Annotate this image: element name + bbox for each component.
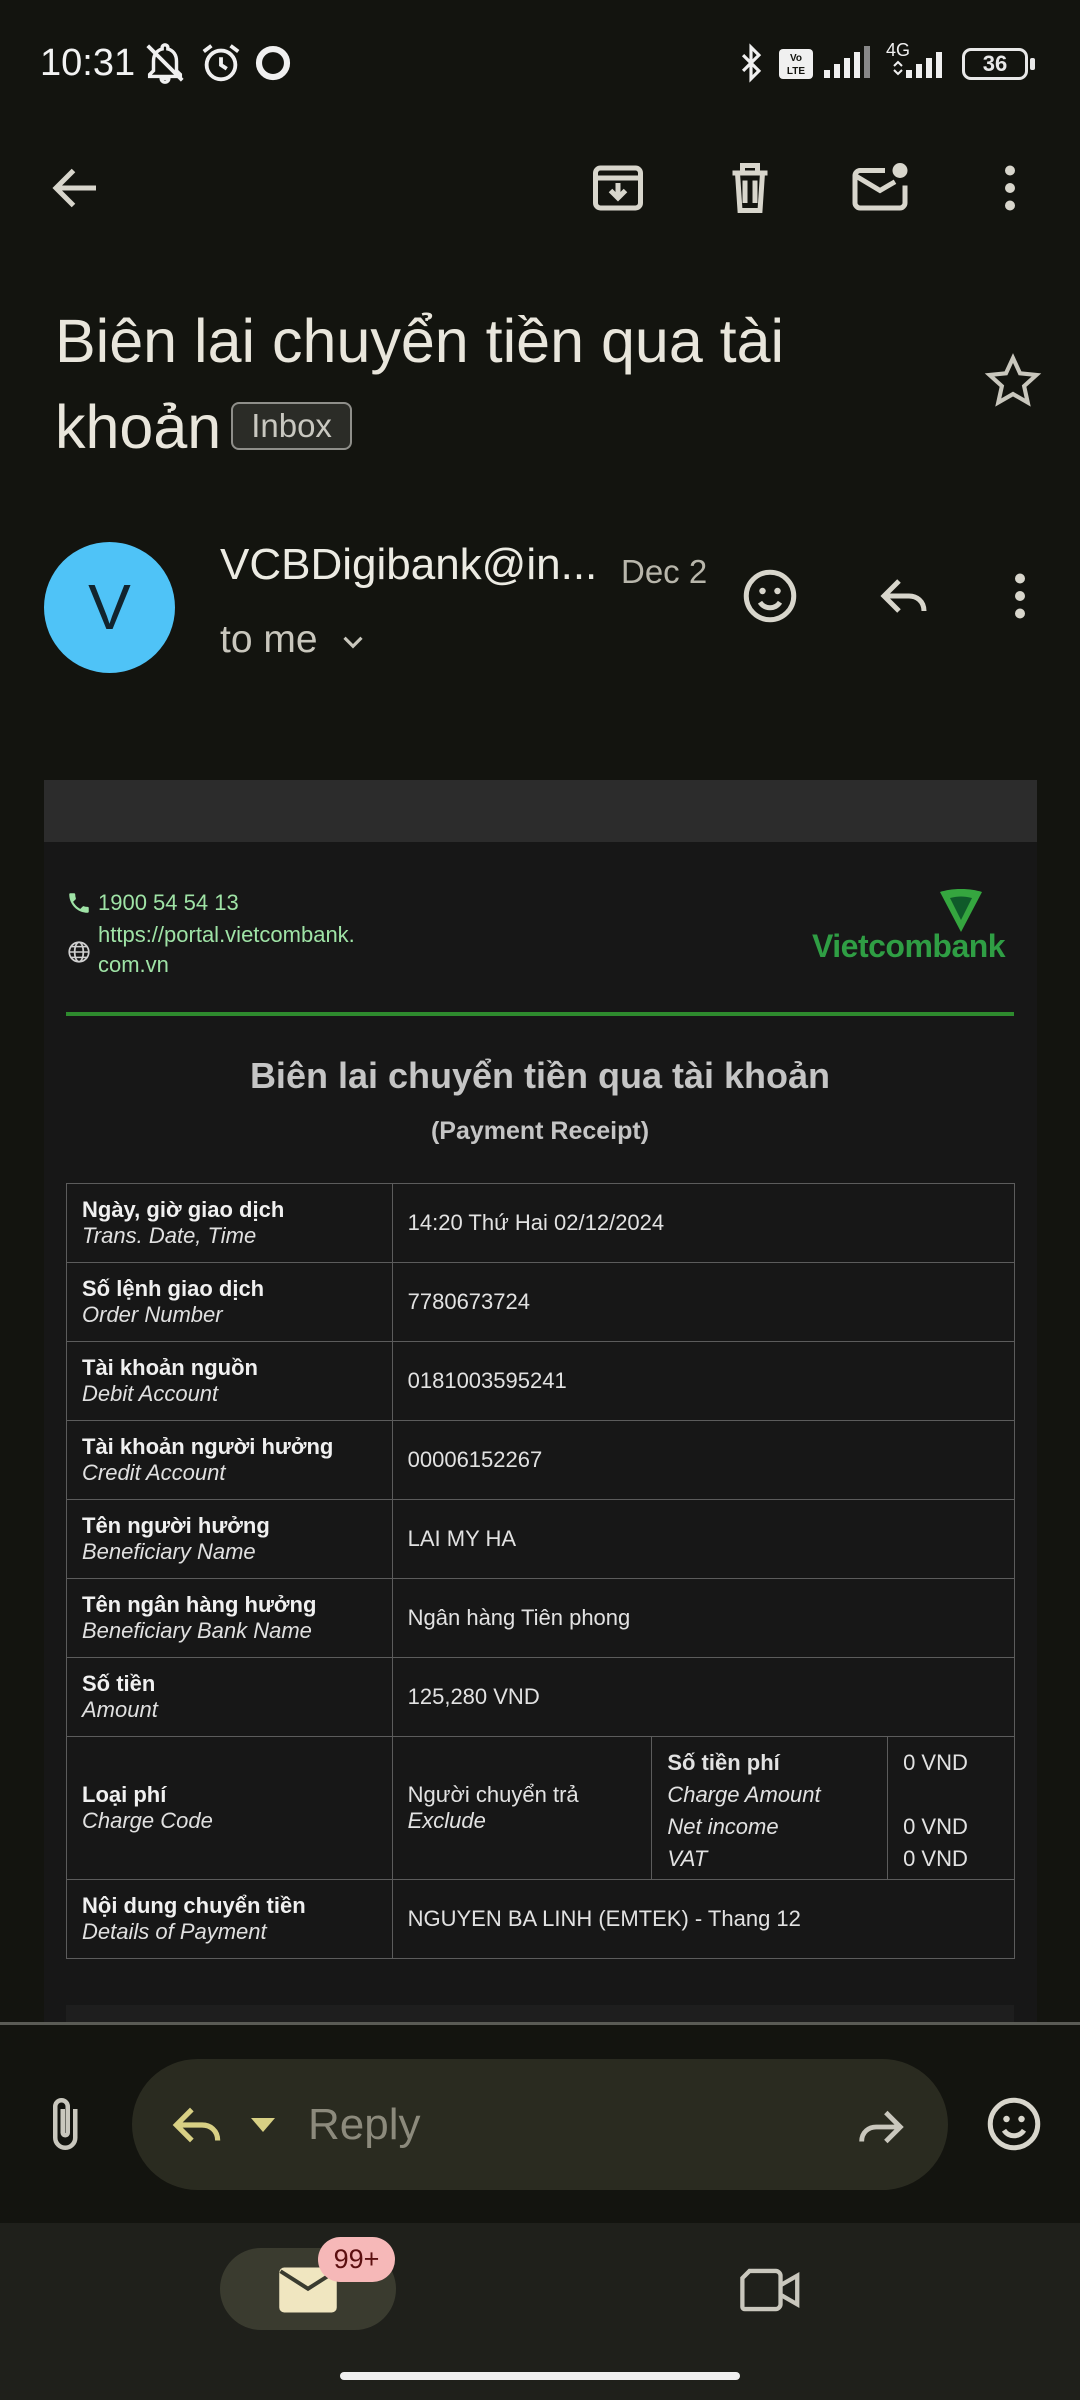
row-value: 125,280 VND <box>391 1657 1016 1737</box>
status-time: 10:31 <box>40 42 136 84</box>
row-label: Số lệnh giao dịch Order Number <box>66 1262 393 1342</box>
table-row: Tên ngân hàng hưởng Beneficiary Bank Name… <box>66 1578 1016 1658</box>
row-label: Số tiền Amount <box>66 1657 393 1737</box>
row-value: 00006152267 <box>391 1420 1016 1500</box>
delete-icon[interactable] <box>720 158 780 218</box>
row-value: 0181003595241 <box>391 1341 1016 1421</box>
row-label: Loại phí Charge Code <box>66 1736 393 1880</box>
bluetooth-icon <box>741 43 762 83</box>
battery-indicator: 36 <box>962 48 1028 80</box>
receipt-subtitle: (Payment Receipt) <box>430 1117 650 1145</box>
subject-text: Biên lai chuyển tiền qua tài khoản <box>55 307 785 461</box>
archive-icon[interactable] <box>588 158 648 218</box>
row-label: Tài khoản người hưởng Credit Account <box>66 1420 393 1500</box>
table-row: Nội dung chuyển tiền Details of Payment N… <box>66 1879 1016 1959</box>
table-row: Tài khoản nguồn Debit Account 01810035952… <box>66 1341 1016 1421</box>
circle-status-icon <box>255 45 291 81</box>
row-value: LAI MY HA <box>391 1499 1016 1579</box>
row-value: NGUYEN BA LINH (EMTEK) - Thang 12 <box>391 1879 1016 1959</box>
recipient-toggle[interactable]: to me <box>220 618 370 662</box>
sender-name[interactable]: VCBDigibank@in... <box>220 540 597 590</box>
reply-dropdown-caret-icon[interactable] <box>248 2114 278 2136</box>
row-label: Tên người hưởng Beneficiary Name <box>66 1499 393 1579</box>
svg-text:Vo: Vo <box>790 53 802 64</box>
chevron-down-icon <box>343 636 363 649</box>
website-line-2: com.vn <box>98 952 169 977</box>
globe-icon <box>68 941 90 963</box>
phone-icon <box>69 893 89 913</box>
table-row: Ngày, giờ giao dịch Trans. Date, Time 14:… <box>66 1183 1016 1263</box>
reply-icon[interactable] <box>874 566 934 626</box>
emoji-icon[interactable] <box>984 2094 1044 2154</box>
email-subject: Biên lai chuyển tiền qua tài khoản Inbox <box>55 298 935 470</box>
bank-phone-link[interactable]: 1900 54 54 13 <box>98 890 239 916</box>
table-row: Tài khoản người hưởng Credit Account 0000… <box>66 1420 1016 1500</box>
alarm-icon <box>202 44 240 82</box>
bank-website-link[interactable]: https://portal.vietcombank. com.vn <box>98 922 355 978</box>
table-row: Số lệnh giao dịch Order Number 7780673724 <box>66 1262 1016 1342</box>
row-label: Tên ngân hàng hưởng Beneficiary Bank Name <box>66 1578 393 1658</box>
back-arrow-icon[interactable] <box>46 158 106 218</box>
website-line-1: https://portal.vietcombank. <box>98 922 355 947</box>
email-date: Dec 2 <box>621 553 708 590</box>
meet-video-icon[interactable] <box>740 2262 802 2318</box>
star-icon[interactable] <box>984 352 1042 410</box>
signal-icon <box>824 46 870 78</box>
mark-unread-icon[interactable] <box>850 158 910 218</box>
reply-input[interactable]: Reply <box>308 2100 421 2150</box>
receipt-table: Ngày, giờ giao dịch Trans. Date, Time 14:… <box>66 1183 1016 1959</box>
volte-icon: Vo LTE <box>779 49 813 79</box>
charge-payer: Người chuyển trả Exclude <box>391 1736 653 1880</box>
sender-more-icon[interactable] <box>990 566 1050 626</box>
row-label: Nội dung chuyển tiền Details of Payment <box>66 1879 393 1959</box>
table-row: Số tiền Amount 125,280 VND <box>66 1657 1016 1737</box>
charge-row: Loại phí Charge Code Người chuyển trả Excl… <box>66 1736 1015 1880</box>
forward-icon[interactable] <box>852 2098 910 2156</box>
row-value: Ngân hàng Tiên phong <box>391 1578 1016 1658</box>
email-body-header-band <box>44 780 1037 842</box>
header-divider <box>66 1012 1014 1016</box>
receipt-title: Biên lai chuyển tiền qua tài khoản <box>249 1055 831 1096</box>
row-label: Tài khoản nguồn Debit Account <box>66 1341 393 1421</box>
row-value: 14:20 Thứ Hai 02/12/2024 <box>391 1183 1016 1263</box>
svg-text:LTE: LTE <box>787 66 805 77</box>
signal-icon-2 <box>893 52 942 78</box>
mail-unread-badge: 99+ <box>318 2237 395 2282</box>
row-value: 7780673724 <box>391 1262 1016 1342</box>
emoji-reaction-icon[interactable] <box>740 566 800 626</box>
home-indicator[interactable] <box>340 2372 740 2380</box>
table-row: Tên người hưởng Beneficiary Name LAI MY H… <box>66 1499 1016 1579</box>
sender-avatar[interactable]: V <box>44 542 175 673</box>
notifications-off-icon <box>146 43 184 84</box>
charge-values: 0 VND 0 VND 0 VND <box>887 1736 1015 1880</box>
recipient-text: to me <box>220 618 318 661</box>
reply-mode-icon[interactable] <box>166 2094 228 2156</box>
more-options-icon[interactable] <box>980 158 1040 218</box>
row-label: Ngày, giờ giao dịch Trans. Date, Time <box>66 1183 393 1263</box>
attach-icon[interactable] <box>34 2092 94 2156</box>
vietcombank-logo-text: Vietcombank <box>812 928 1006 964</box>
inbox-label-chip[interactable]: Inbox <box>231 401 352 450</box>
battery-tip <box>1030 58 1035 70</box>
charge-labels: Số tiền phí Charge Amount Net income VAT <box>651 1736 889 1880</box>
email-footer-band <box>66 2005 1014 2022</box>
